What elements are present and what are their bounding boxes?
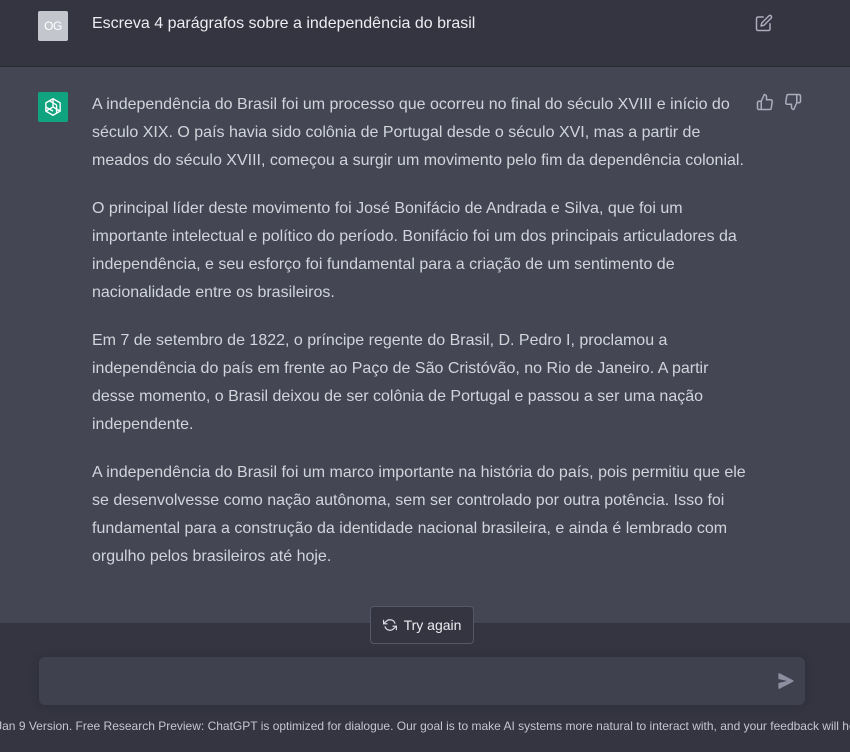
answer-paragraph: Em 7 de setembro de 1822, o príncipe reg… [92,332,709,433]
assistant-answer: A independência do Brasil foi um process… [92,91,752,591]
refresh-icon [382,619,397,631]
send-icon[interactable] [778,673,794,689]
user-message-row: OG Escreva 4 parágrafos sobre a independ… [0,0,850,67]
thumbs-up-icon[interactable] [756,93,774,111]
user-avatar: OG [38,11,68,41]
answer-paragraph: A independência do Brasil foi um marco i… [92,464,746,565]
assistant-message-row: A independência do Brasil foi um process… [0,67,850,623]
footer-disclaimer: ChatGPT Jan 9 Version. Free Research Pre… [0,719,850,733]
try-again-button[interactable]: Try again [370,606,474,644]
message-input[interactable] [53,669,757,697]
answer-paragraph: O principal líder deste movimento foi Jo… [92,200,737,301]
openai-logo-icon [38,92,68,122]
chat-page: OG Escreva 4 parágrafos sobre a independ… [0,0,850,752]
try-again-label: Try again [403,617,462,633]
message-input-box [39,657,805,705]
thumbs-down-icon[interactable] [784,93,802,111]
answer-paragraph: A independência do Brasil foi um process… [92,96,744,169]
edit-icon[interactable] [755,14,773,32]
user-message-text: Escreva 4 parágrafos sobre a independênc… [92,15,476,32]
